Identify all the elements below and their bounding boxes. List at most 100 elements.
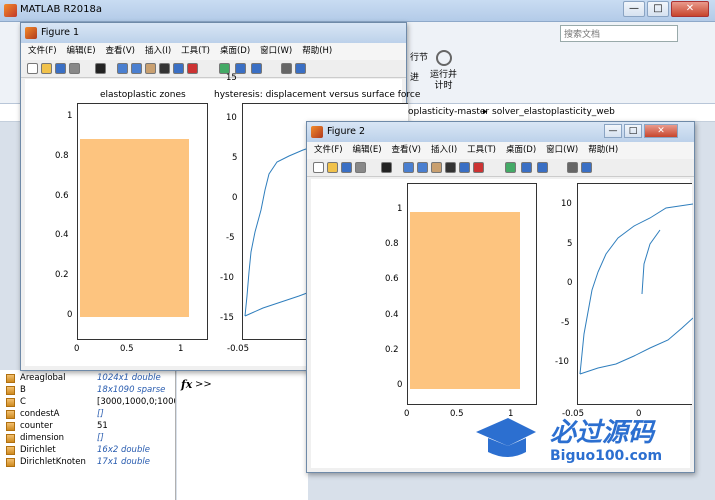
variable-value: [3000,1000,0;1000 [97, 397, 175, 407]
figure-menu-item[interactable]: 插入(I) [431, 142, 457, 159]
save-icon[interactable] [55, 63, 66, 74]
figure-menu-item[interactable]: 帮助(H) [588, 142, 618, 159]
data-cursor-icon[interactable] [459, 162, 470, 173]
variable-value: [] [97, 433, 104, 443]
figure-2-maximize-button[interactable]: □ [624, 124, 642, 138]
workspace-row[interactable]: condestA [] [0, 408, 176, 420]
y-tick-label: -10 [220, 273, 234, 283]
x-tick-label: 0.5 [120, 344, 134, 354]
y-tick-label: 0.6 [385, 274, 399, 285]
rotate-icon[interactable] [445, 162, 456, 173]
show-tools-icon[interactable] [295, 63, 306, 74]
brush-icon[interactable] [473, 162, 484, 173]
save-icon[interactable] [341, 162, 352, 173]
new-file-icon[interactable] [27, 63, 38, 74]
figure-menu-item[interactable]: 桌面(D) [506, 142, 536, 159]
figure-menu-item[interactable]: 查看(V) [106, 43, 135, 60]
watermark-url: Biguo100.com [550, 448, 663, 464]
open-file-icon[interactable] [41, 63, 52, 74]
axes-2-hysteresis[interactable] [577, 183, 693, 405]
matlab-figure-icon [25, 27, 37, 39]
x-tick-label: 0.5 [450, 409, 464, 419]
figure-1-toolbar [21, 60, 406, 78]
zoom-out-icon[interactable] [417, 162, 428, 173]
workspace-row[interactable]: counter 51 [0, 420, 176, 432]
variable-value: 51 [97, 421, 108, 431]
variable-icon [6, 374, 15, 383]
variable-icon [6, 434, 15, 443]
link-plot-icon[interactable] [505, 162, 516, 173]
brush-icon[interactable] [187, 63, 198, 74]
pointer-icon[interactable] [381, 162, 392, 173]
figure-menu-item[interactable]: 工具(T) [467, 142, 496, 159]
x-tick-label: 0 [404, 409, 410, 419]
close-button[interactable]: ✕ [671, 1, 709, 17]
figure-menu-item[interactable]: 工具(T) [181, 43, 210, 60]
zoom-out-icon[interactable] [131, 63, 142, 74]
minimize-button[interactable]: — [623, 1, 645, 17]
figure-menu-item[interactable]: 窗口(W) [546, 142, 578, 159]
legend-icon[interactable] [537, 162, 548, 173]
y-tick-label: 0 [397, 380, 403, 390]
variable-name: condestA [20, 409, 60, 419]
figure-menu-item[interactable]: 帮助(H) [302, 43, 332, 60]
legend-icon[interactable] [251, 63, 262, 74]
figure-2-menu-bar: 文件(F) 编辑(E) 查看(V) 插入(I) 工具(T) 桌面(D) 窗口(W) 帮助(H) [307, 142, 694, 159]
figure-menu-item[interactable]: 编辑(E) [353, 142, 382, 159]
pan-icon[interactable] [431, 162, 442, 173]
figure-menu-item[interactable]: 文件(F) [314, 142, 343, 159]
workspace-row[interactable]: dimension [] [0, 432, 176, 444]
run-and-time-button[interactable]: 运行并 计时 [430, 70, 457, 92]
print-icon[interactable] [69, 63, 80, 74]
figure-menu-item[interactable]: 编辑(E) [67, 43, 96, 60]
variable-value: 16x2 double [97, 445, 150, 455]
show-tools-icon[interactable] [581, 162, 592, 173]
path-folder[interactable]: solver_elastoplasticity_web [492, 107, 615, 117]
workspace-row[interactable]: DirichletKnoten 17x1 double [0, 456, 176, 468]
figure-menu-item[interactable]: 桌面(D) [220, 43, 250, 60]
figure-2-minimize-button[interactable]: — [604, 124, 622, 138]
figure-menu-item[interactable]: 窗口(W) [260, 43, 292, 60]
workspace-row[interactable]: C [3000,1000,0;1000 [0, 396, 176, 408]
hysteresis-curve-2 [579, 203, 693, 375]
y-tick-label: 0.8 [55, 150, 69, 161]
maximize-button[interactable]: □ [647, 1, 669, 17]
zoom-in-icon[interactable] [117, 63, 128, 74]
path-separator: ▸ [483, 107, 488, 117]
data-cursor-icon[interactable] [173, 63, 184, 74]
print-icon[interactable] [355, 162, 366, 173]
ribbon-label-advance[interactable]: 进 [410, 70, 419, 83]
y-tick-label: -10 [555, 357, 569, 367]
hide-tools-icon[interactable] [281, 63, 292, 74]
new-file-icon[interactable] [313, 162, 324, 173]
hide-tools-icon[interactable] [567, 162, 578, 173]
figure-menu-item[interactable]: 插入(I) [145, 43, 171, 60]
path-parent[interactable]: oplasticity-master [408, 107, 489, 117]
colorbar-icon[interactable] [521, 162, 532, 173]
workspace-row[interactable]: Areaglobal 1024x1 double [0, 372, 176, 384]
figure-2-toolbar [307, 159, 694, 177]
axes-elastoplastic-zones[interactable] [77, 103, 208, 340]
rotate-icon[interactable] [159, 63, 170, 74]
figure-menu-item[interactable]: 查看(V) [392, 142, 421, 159]
search-documentation-input[interactable] [560, 25, 678, 42]
axes-2-elastoplastic-zones[interactable] [407, 183, 537, 405]
figure-2-close-button[interactable]: ✕ [644, 124, 678, 138]
y-tick-label: 0.2 [385, 344, 399, 355]
stopwatch-icon[interactable] [436, 50, 452, 66]
open-file-icon[interactable] [327, 162, 338, 173]
pointer-icon[interactable] [95, 63, 106, 74]
workspace-row[interactable]: B 18x1090 sparse [0, 384, 176, 396]
command-window[interactable]: fx >> [177, 370, 308, 500]
workspace-row[interactable]: Dirichlet 16x2 double [0, 444, 176, 456]
matlab-figure-icon [311, 126, 323, 138]
ribbon-label-section[interactable]: 行节 [410, 50, 428, 63]
figure-menu-item[interactable]: 文件(F) [28, 43, 57, 60]
figure-1-title-bar: Figure 1 [21, 23, 406, 43]
y-tick-label: 0 [67, 310, 73, 320]
zoom-in-icon[interactable] [403, 162, 414, 173]
pan-icon[interactable] [145, 63, 156, 74]
plot-title-elastoplastic: elastoplastic zones [100, 90, 186, 100]
ribbon-run-section: 行节 进 运行并 计时 [410, 48, 500, 104]
function-browser-icon[interactable]: fx [181, 378, 192, 391]
